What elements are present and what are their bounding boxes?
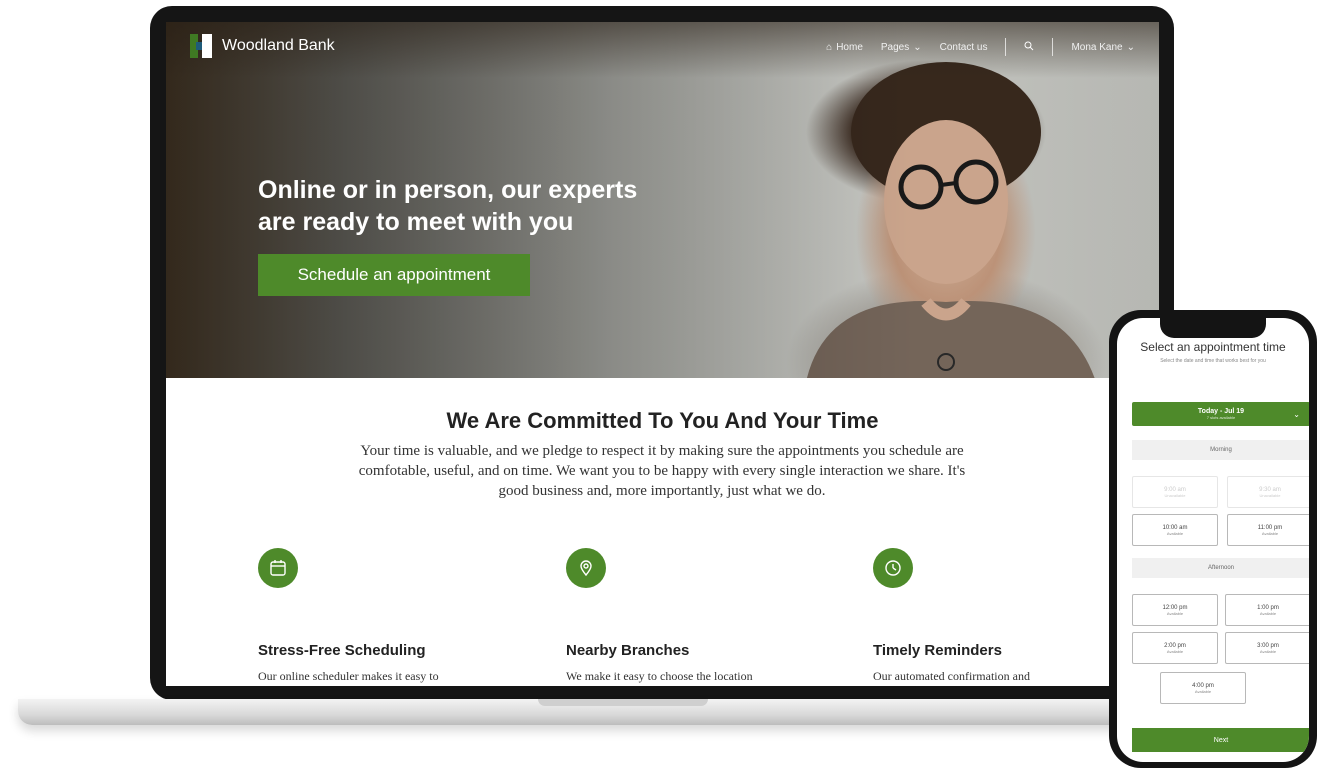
section-body: Your time is valuable, and we pledge to … (358, 443, 966, 499)
nav-pages[interactable]: Pages ⌄ (881, 42, 922, 53)
phone-subtitle: Select the date and time that works best… (1160, 358, 1266, 364)
slot-status: Unavailable (1259, 492, 1281, 498)
brand-name: Woodland Bank (222, 37, 335, 54)
phone-screen: Select an appointment time Select the da… (1117, 318, 1309, 762)
hero-title-line: Online or in person, our experts (258, 176, 638, 204)
date-sublabel: 7 slots available (1206, 415, 1236, 420)
user-name: Mona Kane (1071, 41, 1123, 53)
slot-status: Available (1261, 530, 1279, 536)
morning-header: Morning (1132, 440, 1309, 460)
schedule-appointment-button[interactable]: Schedule an appointment (258, 254, 530, 296)
nav-home-label: Home (836, 41, 863, 53)
slot-status: Available (1259, 648, 1277, 654)
laptop-base-notch (538, 699, 708, 706)
laptop-screen: Woodland Bank ⌂ Home Pages ⌄ Contact us … (166, 22, 1159, 686)
chevron-down-icon: ⌄ (1126, 41, 1135, 53)
brand-logo[interactable]: Woodland Bank (190, 34, 335, 58)
phone-notch (1160, 318, 1266, 338)
time-slot[interactable]: 1:00 pm Available (1225, 594, 1309, 626)
date-label: Today - Jul 19 (1197, 408, 1245, 415)
nav-contact-label: Contact us (939, 41, 988, 53)
nav-contact[interactable]: Contact us (940, 42, 988, 53)
feature-description: Our automated confirmation and reminder … (873, 669, 1030, 683)
chevron-down-icon: ⌄ (1293, 410, 1300, 419)
feature-card: Timely Reminders Our automated confirmat… (873, 548, 1073, 686)
afternoon-header: Afternoon (1132, 558, 1309, 578)
nav-divider (1005, 38, 1007, 56)
next-button[interactable]: Next (1132, 728, 1309, 752)
chevron-down-icon: ⌄ (913, 41, 922, 53)
feature-card: Stress-Free Scheduling Our online schedu… (258, 548, 458, 686)
time-slot[interactable]: 3:00 pm Available (1225, 632, 1309, 664)
date-dropdown[interactable]: Today - Jul 19 7 slots available ⌄ (1132, 402, 1309, 426)
feature-description: We make it easy to choose the location t… (566, 669, 753, 683)
home-icon: ⌂ (826, 41, 833, 53)
time-slot[interactable]: 2:00 pm Available (1132, 632, 1218, 664)
location-pin-icon (566, 548, 606, 588)
time-slot: 9:30 am Unavailable (1227, 476, 1309, 508)
feature-title: Nearby Branches (566, 642, 690, 659)
nav-home[interactable]: ⌂ Home (826, 42, 863, 53)
time-slot[interactable]: 11:00 pm Available (1227, 514, 1309, 546)
slot-status: Available (1259, 610, 1277, 616)
feature-title: Stress-Free Scheduling (258, 642, 426, 659)
feature-description: Our online scheduler makes it easy to ge… (258, 669, 439, 683)
user-menu[interactable]: Mona Kane ⌄ (1071, 42, 1135, 53)
nav-divider (1052, 38, 1054, 56)
nav-pages-label: Pages (880, 41, 910, 53)
hero-banner: Woodland Bank ⌂ Home Pages ⌄ Contact us … (166, 22, 1159, 378)
clock-icon (873, 548, 913, 588)
slot-status: Unavailable (1164, 492, 1186, 498)
hero-title-line: are ready to meet with you (258, 208, 574, 236)
time-slot[interactable]: 12:00 pm Available (1132, 594, 1218, 626)
section-title: We Are Committed To You And Your Time (446, 408, 879, 433)
slot-status: Available (1166, 610, 1184, 616)
slot-status: Available (1166, 530, 1184, 536)
time-slot[interactable]: 10:00 am Available (1132, 514, 1218, 546)
slot-status: Available (1166, 648, 1184, 654)
laptop-base (18, 699, 1228, 725)
main-nav: ⌂ Home Pages ⌄ Contact us Mona Kane ⌄ (826, 38, 1135, 56)
feature-title: Timely Reminders (873, 642, 1002, 659)
bank-logo-icon (190, 34, 212, 58)
phone-title: Select an appointment time (1140, 340, 1286, 354)
time-slot[interactable]: 4:00 pm Available (1160, 672, 1246, 704)
calendar-icon (258, 548, 298, 588)
search-icon[interactable] (1024, 41, 1034, 54)
slot-status: Available (1194, 688, 1212, 694)
time-slot: 9:00 am Unavailable (1132, 476, 1218, 508)
hero-title: Online or in person, our experts are rea… (258, 174, 738, 238)
feature-card: Nearby Branches We make it easy to choos… (566, 548, 766, 686)
